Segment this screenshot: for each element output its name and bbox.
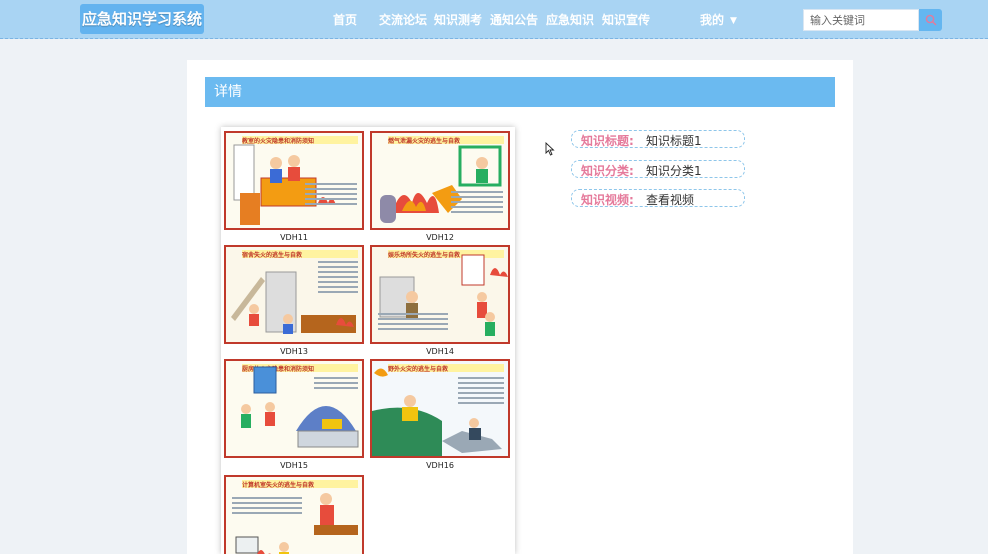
- poster-caption: VDH16: [426, 461, 454, 470]
- knowledge-poster-image: 教室的火灾隐患和消防须知 燃气泄漏火灾的逃生与自救 VDH11 VDH12 宿舍…: [221, 127, 515, 554]
- nav-forum[interactable]: 交流论坛: [379, 11, 427, 28]
- info-label: 知识分类:: [581, 164, 634, 178]
- info-label: 知识视频:: [581, 193, 634, 207]
- nav-emergency-knowledge[interactable]: 应急知识: [546, 11, 594, 28]
- user-menu-label: 我的: [700, 13, 725, 27]
- nav-knowledge-test[interactable]: 知识测考: [434, 11, 482, 28]
- poster-caption: VDH14: [426, 347, 454, 356]
- detail-heading: 详情: [205, 77, 835, 107]
- app-logo-title[interactable]: 应急知识学习系统: [80, 4, 205, 34]
- poster-panel: 计算机室失火的逃生与自救: [224, 475, 364, 554]
- wilderness-fire-illustration: [372, 368, 502, 456]
- info-row-title: 知识标题: 知识标题1: [571, 130, 745, 148]
- search-input[interactable]: [803, 9, 919, 31]
- info-row-category: 知识分类: 知识分类1: [571, 160, 745, 178]
- poster-panel: 野外火灾的逃生与自救: [370, 359, 510, 458]
- info-row-video: 知识视频: 查看视频: [571, 189, 745, 207]
- search-icon: [925, 14, 937, 26]
- poster-panel: 燃气泄漏火灾的逃生与自救: [370, 131, 510, 230]
- chevron-down-icon: ▼: [730, 16, 737, 26]
- nav-announcements[interactable]: 通知公告: [490, 11, 538, 28]
- poster-caption: VDH13: [280, 347, 308, 356]
- info-label: 知识标题:: [581, 134, 634, 148]
- view-video-link[interactable]: 查看视频: [646, 191, 694, 208]
- search-button[interactable]: [919, 9, 942, 31]
- classroom-fire-illustration: [233, 144, 336, 225]
- kitchen-fire-illustration: [241, 366, 359, 448]
- info-value: 知识分类1: [646, 164, 702, 178]
- nav-home[interactable]: 首页: [333, 11, 357, 28]
- top-navbar: 应急知识学习系统 首页 交流论坛 知识测考 通知公告 应急知识 知识宣传 我的 ▼: [0, 0, 988, 39]
- user-menu[interactable]: 我的 ▼: [700, 11, 737, 28]
- mouse-cursor-icon: [545, 142, 555, 156]
- poster-caption: VDH11: [280, 233, 308, 242]
- nav-knowledge-promotion[interactable]: 知识宣传: [602, 11, 650, 28]
- poster-caption: VDH15: [280, 461, 308, 470]
- poster-panel: 教室的火灾隐患和消防须知: [224, 131, 364, 230]
- poster-caption: VDH12: [426, 233, 454, 242]
- info-value: 知识标题1: [646, 134, 702, 148]
- poster-panel: 宿舍失火的逃生与自救: [224, 245, 364, 344]
- poster-panel: 娱乐场所失火的逃生与自救: [370, 245, 510, 344]
- poster-panel: 厨房的火灾隐患和消防须知: [224, 359, 364, 458]
